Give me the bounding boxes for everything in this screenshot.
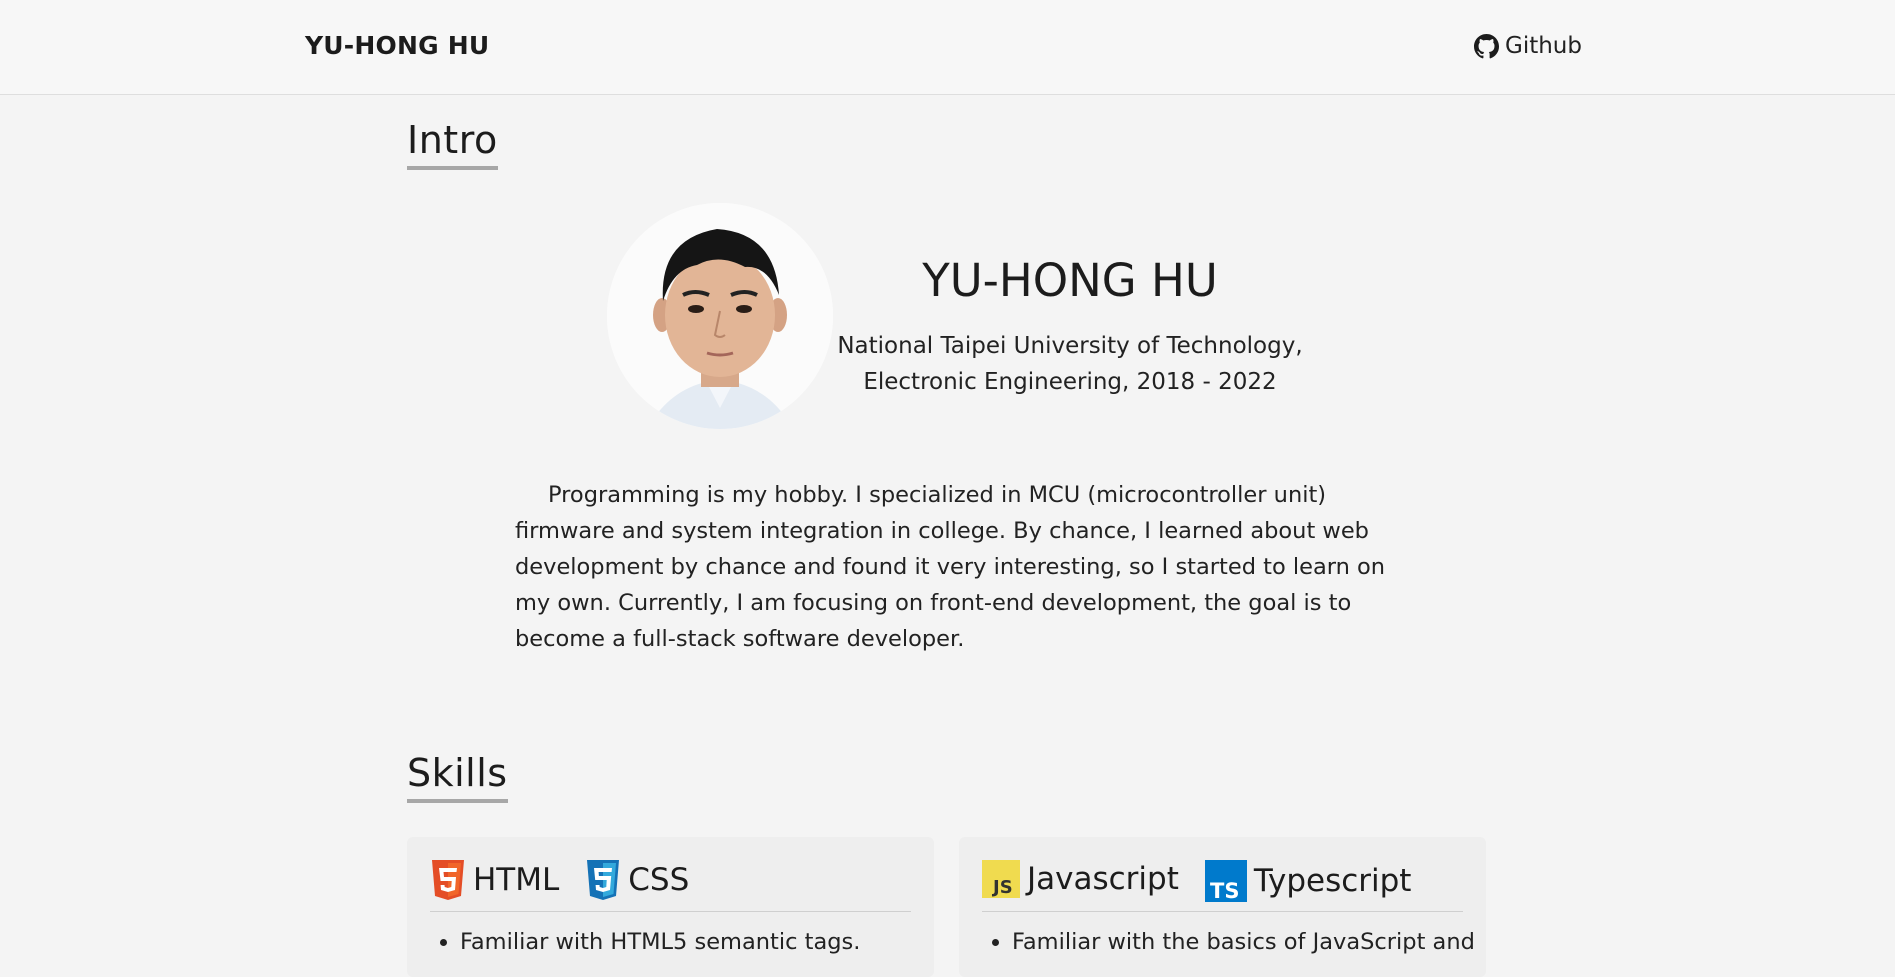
- card-header: HTML CSS: [430, 860, 911, 912]
- tech-css: CSS: [585, 860, 689, 900]
- skill-card-html-css: HTML CSS Familiar with HTML5 semantic ta…: [407, 837, 934, 977]
- education-line-2: Electronic Engineering, 2018 - 2022: [863, 369, 1277, 395]
- html5-icon: [432, 860, 464, 900]
- list-item: Familiar with the basics of JavaScript a…: [1012, 929, 1475, 955]
- skill-list: Familiar with HTML5 semantic tags.: [430, 929, 860, 955]
- list-item: Familiar with HTML5 semantic tags.: [460, 929, 860, 955]
- skill-list: Familiar with the basics of JavaScript a…: [982, 929, 1475, 955]
- github-icon: [1474, 33, 1499, 58]
- brand-logo[interactable]: YU-HONG HU: [305, 31, 489, 60]
- profile-education: National Taipei University of Technology…: [820, 328, 1320, 400]
- intro-paragraph: Programming is my hobby. I specialized i…: [515, 482, 1386, 652]
- card-header: JS Javascript TS Typescript: [982, 860, 1463, 912]
- tech-javascript: JS Javascript: [982, 860, 1179, 898]
- tech-label-javascript: Javascript: [1027, 861, 1179, 897]
- profile-photo: [607, 203, 833, 429]
- svg-text:JS: JS: [991, 877, 1013, 898]
- intro-heading: Intro: [407, 119, 498, 170]
- tech-html: HTML: [430, 860, 559, 900]
- typescript-icon: TS: [1204, 860, 1247, 902]
- github-link[interactable]: Github: [1474, 33, 1582, 59]
- svg-text:TS: TS: [1210, 879, 1239, 902]
- tech-label-html: HTML: [473, 862, 560, 898]
- tech-label-typescript: Typescript: [1253, 863, 1412, 899]
- javascript-icon: JS: [982, 860, 1020, 898]
- skill-card-js-ts: JS Javascript TS Typescript Familiar wit…: [959, 837, 1486, 977]
- skills-heading: Skills: [407, 752, 508, 803]
- css3-icon: [587, 860, 620, 900]
- tech-typescript: TS Typescript: [1204, 860, 1412, 902]
- education-line-1: National Taipei University of Technology…: [837, 333, 1303, 359]
- profile-avatar: [607, 203, 833, 429]
- tech-label-css: CSS: [628, 862, 690, 898]
- profile-name: YU-HONG HU: [922, 254, 1218, 307]
- github-label: Github: [1505, 33, 1582, 59]
- navbar: YU-HONG HU Github: [0, 0, 1895, 95]
